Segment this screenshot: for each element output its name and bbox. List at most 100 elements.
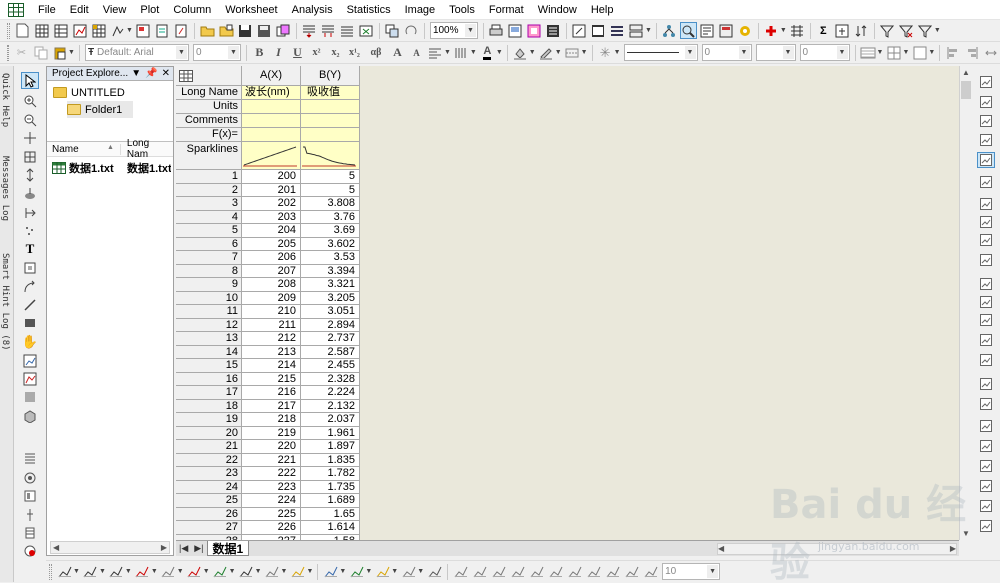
row-header[interactable]: 9 bbox=[176, 278, 242, 292]
table-cell-b[interactable]: 5 bbox=[301, 183, 360, 197]
import-ascii-icon[interactable] bbox=[301, 22, 318, 39]
merge-graph-icon[interactable] bbox=[977, 196, 995, 212]
menu-analysis[interactable]: Analysis bbox=[285, 0, 340, 20]
row-header[interactable]: 22 bbox=[176, 453, 242, 467]
new-layout-icon[interactable] bbox=[135, 22, 152, 39]
table-cell-b[interactable]: 1.782 bbox=[301, 467, 360, 481]
toolbar-grip[interactable] bbox=[7, 44, 9, 61]
table-cell-a[interactable]: 204 bbox=[242, 224, 301, 238]
filter-clear-icon[interactable] bbox=[898, 22, 915, 39]
table-cell-b[interactable]: 3.602 bbox=[301, 237, 360, 251]
zoom-out-icon[interactable] bbox=[21, 111, 39, 128]
line-style-combo[interactable]: ▼ bbox=[623, 44, 698, 61]
table-cell-a[interactable]: 223 bbox=[242, 480, 301, 494]
layer-left-icon[interactable] bbox=[977, 276, 995, 292]
box-plot-icon[interactable] bbox=[264, 563, 281, 580]
column-plot-icon[interactable] bbox=[134, 563, 151, 580]
arrange-layers-icon[interactable] bbox=[977, 214, 995, 230]
row-header[interactable]: 21 bbox=[176, 440, 242, 454]
group-9-icon[interactable] bbox=[604, 563, 621, 580]
data-selector-icon[interactable] bbox=[21, 204, 39, 221]
message-log-icon[interactable] bbox=[699, 22, 716, 39]
row-header[interactable]: 13 bbox=[176, 332, 242, 346]
region-icon[interactable] bbox=[21, 259, 39, 276]
group-5-icon[interactable] bbox=[528, 563, 545, 580]
layer-top-icon[interactable] bbox=[977, 352, 995, 368]
align-left-icon[interactable] bbox=[944, 44, 961, 61]
bold-button[interactable]: B bbox=[251, 44, 268, 61]
sort-icon[interactable] bbox=[853, 22, 870, 39]
table-cell-b[interactable]: 2.224 bbox=[301, 386, 360, 400]
project-explorer-toggle-icon[interactable] bbox=[661, 22, 678, 39]
layer-up-icon[interactable] bbox=[977, 74, 995, 90]
line-color-icon[interactable] bbox=[538, 44, 555, 61]
row-header[interactable]: 3 bbox=[176, 197, 242, 211]
table-cell-b[interactable]: 1.689 bbox=[301, 494, 360, 508]
new-notes-icon[interactable] bbox=[154, 22, 171, 39]
import-wizard-icon[interactable] bbox=[339, 22, 356, 39]
row-header[interactable]: 4 bbox=[176, 210, 242, 224]
table-cell-a[interactable]: 220 bbox=[242, 440, 301, 454]
layer-right-icon[interactable] bbox=[977, 332, 995, 348]
table-cell-a[interactable]: 201 bbox=[242, 183, 301, 197]
rescale-icon[interactable] bbox=[977, 152, 995, 168]
mask-icon[interactable] bbox=[21, 388, 39, 405]
long-name-b[interactable]: 吸收值 bbox=[301, 86, 360, 100]
fill-color-icon[interactable] bbox=[512, 44, 529, 61]
font-color-icon[interactable]: A bbox=[479, 44, 496, 61]
table-cell-b[interactable]: 1.897 bbox=[301, 440, 360, 454]
scroll-left-icon[interactable]: ◀ bbox=[718, 544, 724, 553]
annotate-icon[interactable] bbox=[21, 185, 39, 202]
meta-cell-b[interactable] bbox=[301, 100, 360, 114]
row-header[interactable]: 15 bbox=[176, 359, 242, 373]
zoom-combo[interactable]: 100% ▼ bbox=[429, 22, 478, 39]
decrease-font-button[interactable]: A bbox=[408, 44, 425, 61]
group-1-icon[interactable] bbox=[452, 563, 469, 580]
tile-icon[interactable] bbox=[977, 232, 995, 248]
layers-icon[interactable] bbox=[628, 22, 645, 39]
table-cell-b[interactable]: 2.328 bbox=[301, 372, 360, 386]
axis-y-icon[interactable] bbox=[977, 113, 995, 129]
table-cell-b[interactable]: 1.735 bbox=[301, 480, 360, 494]
meta-cell-b[interactable] bbox=[301, 128, 360, 142]
worksheet-script-icon[interactable] bbox=[21, 450, 39, 467]
ternary-icon[interactable] bbox=[426, 563, 443, 580]
column-header-b[interactable]: B(Y) bbox=[301, 66, 360, 86]
table-cell-a[interactable]: 206 bbox=[242, 251, 301, 265]
long-name-a[interactable]: 波长(nm) bbox=[242, 86, 301, 100]
scroll-left-icon[interactable]: ◀ bbox=[51, 543, 59, 552]
row-header[interactable]: 2 bbox=[176, 183, 242, 197]
table-cell-a[interactable]: 221 bbox=[242, 453, 301, 467]
prev-sheet-icon[interactable]: |◀ bbox=[176, 543, 191, 554]
table-cell-b[interactable]: 3.051 bbox=[301, 305, 360, 319]
image-plot-icon[interactable] bbox=[400, 563, 417, 580]
greek-button[interactable]: αβ bbox=[365, 44, 387, 61]
template-library-icon[interactable] bbox=[289, 563, 306, 580]
row-header[interactable]: 27 bbox=[176, 521, 242, 535]
row-header[interactable]: 26 bbox=[176, 507, 242, 521]
layer-bottom-icon[interactable] bbox=[977, 294, 995, 310]
underline-button[interactable]: U bbox=[289, 44, 306, 61]
export-page-icon[interactable] bbox=[507, 22, 524, 39]
row-header[interactable]: 24 bbox=[176, 480, 242, 494]
tree-root[interactable]: UNTITLED bbox=[53, 84, 173, 101]
table-cell-b[interactable]: 3.76 bbox=[301, 210, 360, 224]
save-template-icon[interactable] bbox=[256, 22, 273, 39]
table-cell-b[interactable]: 2.132 bbox=[301, 399, 360, 413]
pointer-tool-icon[interactable] bbox=[21, 72, 39, 89]
table-cell-b[interactable]: 2.455 bbox=[301, 359, 360, 373]
table-cell-b[interactable]: 1.835 bbox=[301, 453, 360, 467]
close-icon[interactable]: ✕ bbox=[162, 68, 170, 79]
explorer-horizontal-scrollbar[interactable]: ◀ ▶ bbox=[50, 541, 170, 554]
name-column-header[interactable]: Name ▲ bbox=[47, 143, 121, 155]
rectangle-tool-icon[interactable] bbox=[21, 314, 39, 331]
bar-plot-icon[interactable] bbox=[160, 563, 177, 580]
command-window-icon[interactable] bbox=[590, 22, 607, 39]
table-cell-a[interactable]: 216 bbox=[242, 386, 301, 400]
menu-edit[interactable]: Edit bbox=[63, 0, 96, 20]
center-icon[interactable] bbox=[977, 438, 995, 454]
row-header[interactable]: 18 bbox=[176, 399, 242, 413]
row-header[interactable]: 20 bbox=[176, 426, 242, 440]
table-cell-a[interactable]: 224 bbox=[242, 494, 301, 508]
menu-plot[interactable]: Plot bbox=[133, 0, 166, 20]
